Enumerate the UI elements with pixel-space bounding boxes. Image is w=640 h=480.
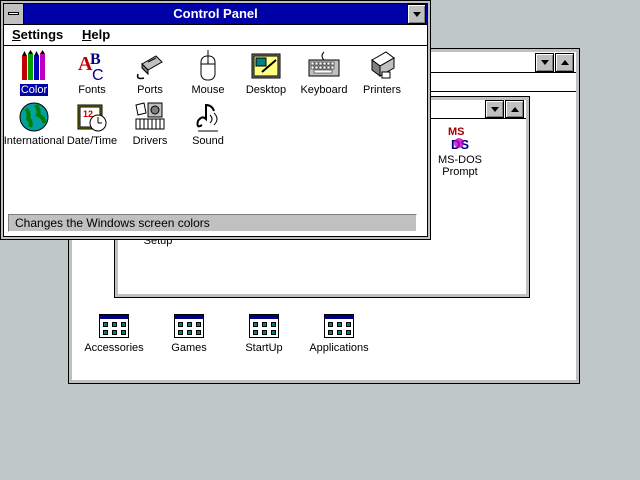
system-menu-button[interactable] (4, 4, 24, 24)
color-icon (18, 50, 50, 82)
program-group-accessories[interactable]: Accessories (74, 314, 154, 354)
maximize-arrow-icon (510, 106, 519, 112)
maximize-arrow-icon (560, 60, 569, 65)
menu-help-label: elp (91, 27, 111, 42)
cp-item-color[interactable]: Color (2, 50, 66, 97)
cp-item-label: Printers (363, 84, 401, 96)
cp-item-sound[interactable]: Sound (176, 101, 240, 147)
control-panel-titlebar[interactable]: Control Panel (4, 4, 427, 25)
cp-item-label: Desktop (245, 84, 287, 96)
international-icon (18, 101, 50, 133)
program-group-label: Games (171, 342, 207, 354)
cp-item-drivers[interactable]: Drivers (118, 101, 182, 147)
program-manager-maximize-button[interactable] (555, 53, 574, 72)
program-manager-minimize-button[interactable] (535, 53, 554, 72)
sound-icon (192, 101, 224, 133)
ms-dos-icon: MS DS (445, 122, 475, 152)
menu-help[interactable]: Help (82, 27, 110, 42)
cp-item-label: Ports (137, 84, 163, 96)
ms-dos-label-line2: Prompt (442, 166, 478, 178)
keyboard-icon (308, 50, 340, 82)
menu-settings-mnemonic: S (12, 27, 21, 42)
menu-settings-label: ettings (20, 27, 64, 42)
control-panel-menubar: Settings Help (4, 25, 427, 46)
svg-text:12: 12 (83, 109, 93, 119)
cp-item-label: Mouse (191, 84, 225, 96)
date-time-icon: 12 (76, 101, 108, 133)
cp-item-label: Date/Time (66, 135, 118, 147)
cp-item-date-time[interactable]: 12 Date/Time (60, 101, 124, 147)
ports-icon (134, 50, 166, 82)
program-group-icon (324, 314, 354, 338)
ms-dos-prompt-item[interactable]: MS DS MS-DOS Prompt (430, 122, 490, 178)
control-panel-minimize-button[interactable] (407, 4, 426, 24)
main-group-maximize-button[interactable] (505, 100, 524, 118)
program-group-startup[interactable]: StartUp (224, 314, 304, 354)
cp-item-label: Fonts (78, 84, 106, 96)
control-panel-status-bar: Changes the Windows screen colors (8, 214, 417, 232)
cp-item-label: Keyboard (300, 84, 348, 96)
program-group-icon (99, 314, 129, 338)
minimize-arrow-icon (490, 106, 499, 112)
control-panel-title: Control Panel (173, 6, 258, 21)
cp-item-international[interactable]: International (2, 101, 66, 147)
status-text: Changes the Windows screen colors (15, 216, 210, 230)
program-group-applications[interactable]: Applications (299, 314, 379, 354)
cp-item-ports[interactable]: Ports (118, 50, 182, 96)
program-group-icon (174, 314, 204, 338)
cp-item-desktop[interactable]: Desktop (234, 50, 298, 96)
cp-item-mouse[interactable]: Mouse (176, 49, 240, 96)
printers-icon (366, 50, 398, 82)
main-group-minimize-button[interactable] (485, 100, 504, 118)
minimize-arrow-icon (412, 11, 421, 17)
menu-settings[interactable]: Settings (12, 27, 63, 42)
program-group-label: Accessories (84, 342, 144, 354)
program-group-label: Applications (309, 342, 369, 354)
desktop-icon (250, 50, 282, 82)
cp-item-label: Sound (192, 135, 224, 147)
mouse-icon (192, 49, 224, 82)
control-panel-window[interactable]: Control Panel Settings Help Color A B C … (0, 0, 431, 240)
program-group-games[interactable]: Games (149, 314, 229, 354)
cp-item-label: Drivers (132, 135, 168, 147)
cp-item-fonts[interactable]: A B C Fonts (60, 50, 124, 96)
program-group-icon (249, 314, 279, 338)
menu-help-mnemonic: H (82, 27, 92, 42)
control-panel-client: Control Panel Settings Help Color A B C … (3, 3, 428, 237)
cp-item-label: Color (18, 83, 50, 97)
svg-text:B: B (90, 51, 101, 68)
cp-item-keyboard[interactable]: Keyboard (292, 50, 356, 96)
svg-text:C: C (92, 67, 104, 82)
cp-item-label: International (3, 135, 65, 147)
cp-item-printers[interactable]: Printers (350, 50, 414, 96)
minimize-arrow-icon (540, 60, 549, 65)
drivers-icon (134, 101, 166, 133)
program-group-label: StartUp (245, 342, 283, 354)
ms-dos-label: MS-DOS (438, 154, 482, 166)
fonts-icon: A B C (76, 50, 108, 84)
